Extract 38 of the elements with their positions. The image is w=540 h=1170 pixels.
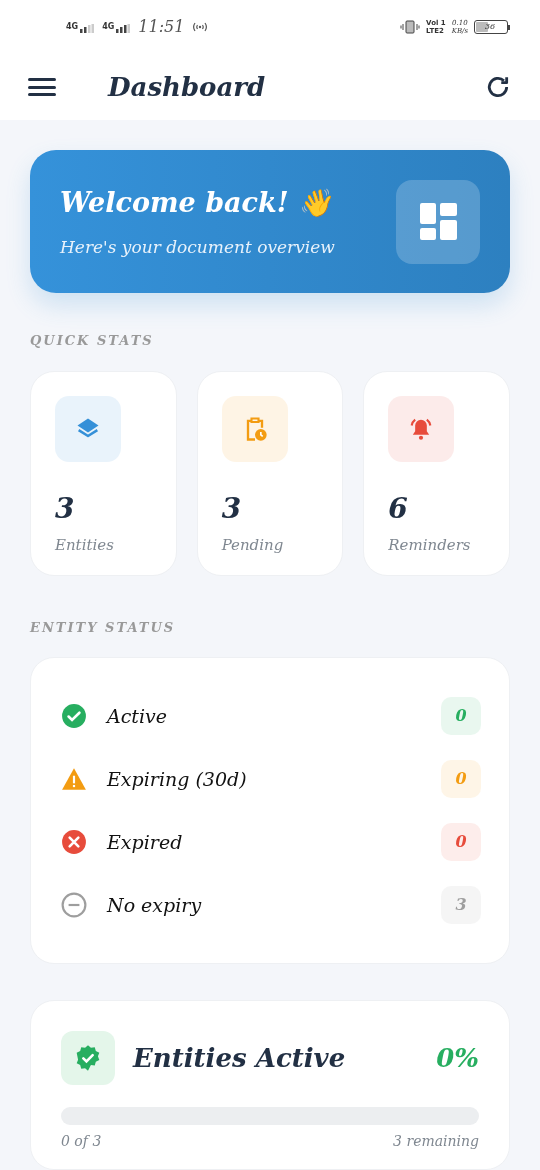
stat-value: 3	[55, 490, 76, 527]
stat-label: Pending	[221, 534, 285, 556]
status-count: 0	[441, 697, 481, 735]
status-label: No expiry	[107, 892, 203, 918]
status-label: Expired	[107, 829, 184, 855]
status-label: Expiring (30d)	[107, 766, 248, 792]
verified-badge-icon	[74, 1044, 102, 1072]
status-label: Active	[107, 703, 169, 729]
x-circle-icon	[61, 829, 87, 855]
section-heading: ENTITY STATUS	[30, 618, 177, 637]
stat-label: Reminders	[388, 534, 472, 556]
check-circle-icon	[61, 703, 87, 729]
warning-icon	[61, 766, 87, 792]
vibrate-icon	[400, 20, 421, 35]
progress-percent: 0%	[436, 1041, 479, 1075]
dashboard-icon	[419, 203, 457, 240]
welcome-title: Welcome back! 👋	[60, 185, 333, 220]
hotspot-icon	[192, 21, 209, 34]
stat-value: 3	[221, 490, 243, 527]
signal-icon	[116, 24, 131, 34]
section-heading: QUICK STATS	[30, 332, 155, 350]
status-count: 0	[441, 760, 481, 798]
stat-value: 6	[388, 490, 409, 527]
battery-icon: 36	[474, 20, 508, 35]
network-label: 4G	[102, 21, 115, 34]
progress-title: Entities Active	[133, 1041, 347, 1075]
status-count: 0	[441, 823, 481, 861]
network-label: 4G	[66, 21, 79, 34]
welcome-subtitle: Here's your document overview	[60, 236, 335, 259]
menu-button[interactable]	[28, 76, 56, 99]
clock-time: 11:51	[138, 16, 185, 39]
signal-icon	[80, 24, 95, 34]
progress-count: 0 of 3	[61, 1132, 102, 1151]
progress-remaining: 3 remaining	[393, 1132, 479, 1151]
stat-label: Entities	[55, 534, 115, 556]
page-title: Dashboard	[108, 70, 267, 104]
status-count: 3	[441, 886, 481, 924]
minus-circle-icon	[61, 892, 87, 918]
